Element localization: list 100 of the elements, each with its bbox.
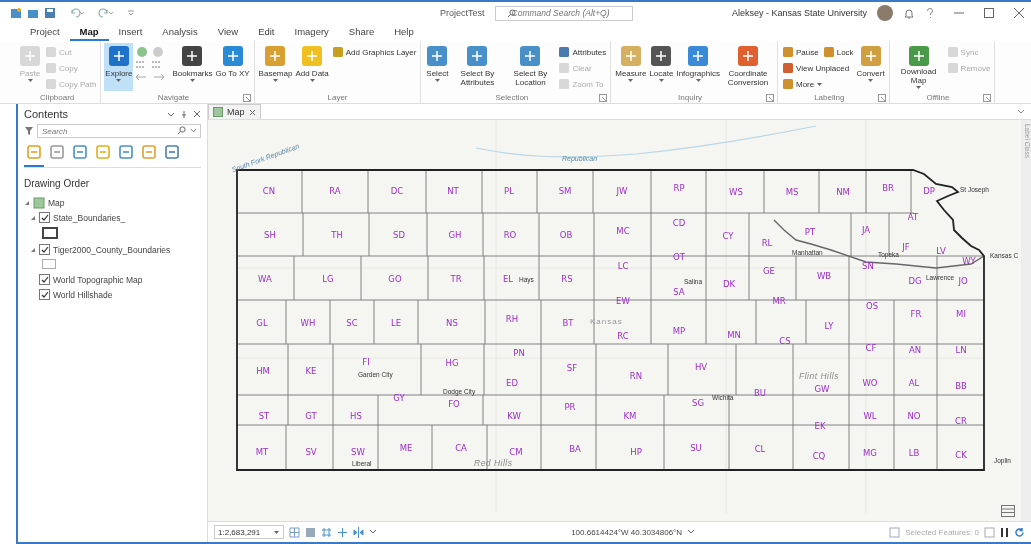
close-icon[interactable] [1013, 7, 1025, 19]
ribbon-tab[interactable]: Insert [108, 24, 153, 41]
layer-checkbox[interactable] [39, 274, 50, 285]
county-label: FI [362, 357, 370, 367]
ribbon-button[interactable]: Add Data [294, 43, 330, 91]
layer-name[interactable]: State_Boundaries_ [53, 212, 126, 223]
search-field[interactable]: Search [37, 124, 201, 138]
layer-name[interactable]: World Topographic Map [53, 274, 143, 285]
plus-icon[interactable] [337, 526, 348, 538]
map-tab[interactable]: Map [208, 104, 261, 119]
ribbon-button[interactable]: Bookmarks [171, 43, 214, 91]
caret-icon [273, 529, 280, 535]
layer-name[interactable]: Map [48, 197, 65, 208]
ribbon-tab[interactable]: Share [338, 24, 385, 41]
county-label: CN [262, 186, 276, 196]
avatar-icon[interactable] [877, 5, 893, 21]
layer-checkbox[interactable] [39, 212, 50, 223]
county-label: MN [727, 330, 741, 340]
launcher-icon[interactable] [983, 93, 992, 102]
county-label: OS [865, 301, 879, 311]
ribbon-button[interactable]: Lock [821, 45, 855, 59]
ribbon-button[interactable]: Coordinate Conversion [722, 43, 774, 91]
launcher-icon[interactable] [766, 93, 774, 102]
folder-icon[interactable] [27, 7, 39, 19]
ribbon-button[interactable]: Select By Attributes [451, 43, 504, 91]
county-label: DC [390, 186, 404, 196]
layer-checkbox[interactable] [39, 244, 50, 255]
coordinates-readout[interactable]: 100.6614424°W 40.3034806°N [571, 527, 683, 537]
command-search-field[interactable]: Command Search (Alt+Q) [494, 5, 633, 21]
redo-icon[interactable] [98, 7, 114, 19]
ribbon-button[interactable]: Explore [104, 43, 134, 91]
ribbon-button[interactable]: Attributes [557, 45, 608, 59]
selection-icon[interactable] [889, 526, 901, 538]
ribbon-button[interactable]: Pause [781, 45, 820, 59]
ribbon-tab[interactable]: Imagery [284, 24, 339, 41]
county-label: NS [446, 318, 458, 328]
county-label: GL [256, 318, 268, 328]
view-tab[interactable] [24, 142, 44, 167]
snapping-icon[interactable] [321, 526, 332, 538]
ribbon-button[interactable]: Select By Location [504, 43, 557, 91]
close-icon[interactable] [193, 110, 201, 118]
close-icon[interactable] [248, 108, 256, 116]
group-label: Navigate [156, 93, 191, 102]
county-label: LY [824, 321, 834, 331]
ribbon-button[interactable]: Go To XY [214, 43, 251, 91]
ribbon-button[interactable]: Locate [648, 43, 675, 91]
expand-arrow-icon[interactable] [24, 199, 30, 206]
expand-arrow-icon[interactable] [30, 246, 36, 253]
user-name[interactable]: Aleksey - Kansas State University [731, 8, 867, 18]
ribbon-tab[interactable]: Help [384, 24, 424, 41]
layer-checkbox[interactable] [39, 289, 50, 300]
flip-icon[interactable] [353, 526, 364, 538]
caret-icon[interactable] [687, 529, 696, 535]
filter-icon[interactable] [24, 126, 34, 136]
undo-icon[interactable] [69, 7, 85, 19]
maximize-icon[interactable] [983, 7, 995, 19]
save-icon[interactable] [44, 7, 56, 19]
caret-icon [433, 78, 441, 83]
square-icon[interactable] [984, 526, 995, 538]
launcher-icon[interactable] [877, 93, 886, 102]
ribbon-button[interactable]: Basemap [257, 43, 294, 91]
help-icon[interactable] [925, 7, 935, 19]
county-label: MR [772, 296, 786, 306]
ribbon-tab[interactable]: View [207, 24, 249, 41]
county-label: EW [616, 296, 630, 306]
square-icon[interactable] [305, 526, 316, 538]
ribbon-tab[interactable]: Analysis [152, 24, 208, 41]
caret-icon [915, 85, 923, 90]
layer-name[interactable]: Tiger2000_County_Boundaries [53, 244, 171, 255]
new-project-icon[interactable] [10, 7, 22, 19]
ribbon-button[interactable]: Select [424, 43, 451, 91]
caret-icon[interactable] [1017, 108, 1025, 115]
ribbon-tab[interactable]: Project [20, 24, 70, 41]
caret-icon[interactable] [369, 529, 377, 535]
scale-field[interactable]: 1:2,683,291 [214, 525, 284, 539]
layer-name[interactable]: World Hillshade [53, 289, 113, 300]
pane-menu-icon[interactable] [167, 110, 175, 118]
ribbon-button[interactable]: Measure [614, 43, 648, 91]
caret-icon [272, 78, 279, 83]
county-label: HP [630, 447, 642, 457]
grid-icon[interactable] [289, 526, 300, 538]
county-label: EK [814, 421, 826, 431]
launcher-icon[interactable] [599, 93, 608, 102]
county-label: SW [351, 447, 365, 457]
county-label: GY [393, 393, 405, 403]
ribbon-button[interactable]: Infographics [675, 43, 721, 91]
refresh-icon[interactable] [1014, 526, 1025, 538]
ribbon-button[interactable]: Convert [855, 43, 886, 91]
bell-icon[interactable] [903, 7, 915, 19]
ribbon-button[interactable]: Add Graphics Layer [330, 45, 418, 59]
ribbon-button[interactable]: View Unplaced [781, 61, 851, 75]
ribbon-tab[interactable]: Edit [248, 24, 285, 41]
launcher-icon[interactable] [242, 93, 251, 102]
pause-icon[interactable] [1000, 526, 1009, 538]
expand-arrow-icon[interactable] [30, 214, 36, 221]
ribbon-button[interactable]: Download Map [892, 43, 945, 91]
caret-icon [190, 128, 197, 133]
county-label: SA [673, 287, 685, 297]
ribbon-button[interactable]: More [781, 77, 825, 91]
county-label: LG [322, 274, 334, 284]
